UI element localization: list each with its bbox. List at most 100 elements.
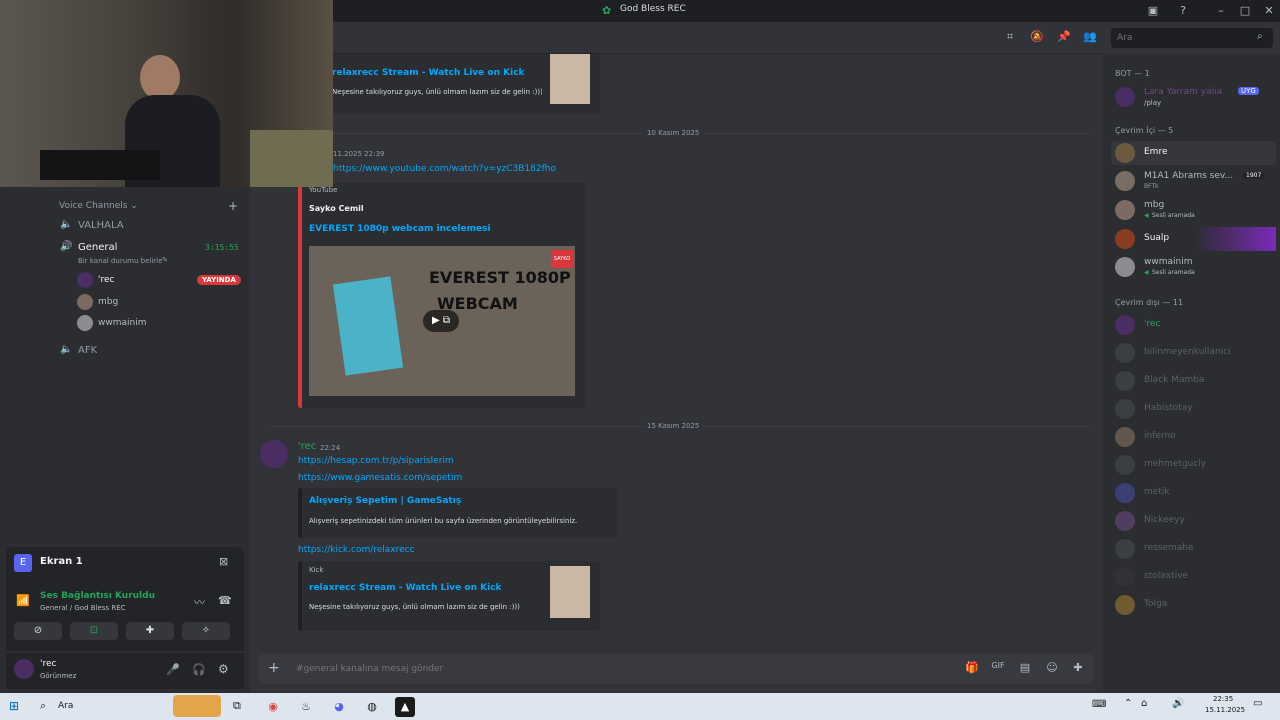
voice-user-wwmainim[interactable]: wwmainim [77, 315, 242, 333]
voice-user-mbg[interactable]: mbg [77, 294, 242, 312]
taskbar-search-icon[interactable]: ⌕ [40, 699, 46, 713]
member-offline[interactable]: Black Mamba [1111, 369, 1276, 393]
member-offline[interactable]: Nickeeyy [1111, 509, 1276, 533]
threads-icon[interactable]: ⌗ [1002, 30, 1018, 44]
gift-icon[interactable]: 🎁 [964, 661, 980, 674]
embed-provider[interactable]: YouTube [309, 186, 337, 194]
avatar [1115, 87, 1135, 107]
avatar [1115, 315, 1135, 335]
clock-date[interactable]: 15.11.2025 [1205, 706, 1245, 714]
activities-button[interactable]: ✚ [126, 622, 174, 640]
member-wwmainim[interactable]: wwmainim ◀ Sesli aramada [1111, 255, 1276, 279]
kick-embed: Kick relaxrecc Stream - Watch Live on Ki… [298, 561, 600, 631]
tray-chevron-icon[interactable]: ⌃ [1124, 698, 1132, 709]
volume-icon[interactable]: 🔊 [1172, 698, 1184, 709]
avatar [77, 294, 93, 310]
message-input[interactable] [296, 660, 916, 678]
embed-author[interactable]: Sayko Cemil [309, 204, 364, 213]
member-sualp[interactable]: Sualp [1111, 227, 1276, 251]
avatar [1115, 427, 1135, 447]
member-offline[interactable]: inferno [1111, 425, 1276, 449]
taskbar-search-label[interactable]: Ara [58, 701, 73, 711]
screen-share-panel: E Ekran 1 ⊠ [6, 547, 244, 581]
add-attachment-icon[interactable]: + [268, 660, 280, 676]
pencil-icon[interactable]: ✎ [162, 256, 168, 264]
member-category-offline: Çevrim dışı — 11 [1115, 298, 1184, 307]
chrome-icon[interactable]: ◉ [263, 697, 283, 717]
message-author[interactable]: 'rec [298, 441, 316, 452]
channel-general[interactable]: 🔊 General 3:15:55 Bir kanal durumu belir… [58, 241, 242, 267]
notification-icon[interactable]: ▭ [1253, 698, 1262, 709]
member-offline[interactable]: Tolga [1111, 593, 1276, 617]
headphones-icon[interactable]: 🎧 [192, 663, 206, 676]
maximize-button[interactable]: □ [1237, 3, 1253, 19]
emoji-icon[interactable]: ☺ [1044, 661, 1060, 674]
webcam-bed [250, 130, 333, 187]
stop-share-icon[interactable]: ⊠ [219, 555, 228, 568]
voice-user-rec[interactable]: 'rec YAYINDA [77, 272, 242, 290]
app-icon[interactable]: ▲ [395, 697, 415, 717]
screen-share-icon[interactable]: ▣ [1145, 3, 1161, 19]
minimize-button[interactable]: – [1213, 3, 1229, 19]
category-voice-channels[interactable]: Voice Channels ⌄ [59, 201, 138, 211]
member-offline[interactable]: metik [1111, 481, 1276, 505]
video-thumbnail[interactable]: SAYKO EVEREST 1080P WEBCAM ▶ ⧉ [309, 246, 575, 396]
steam-icon[interactable]: ♨ [296, 697, 316, 717]
embed-provider[interactable]: Kick [309, 566, 323, 574]
help-icon[interactable]: ? [1175, 3, 1191, 19]
embed-title[interactable]: relaxrecc Stream - Watch Live on Kick [309, 583, 502, 593]
channel-status[interactable]: Bir kanal durumu belirle [78, 257, 162, 265]
signal-icon[interactable]: 📶 [16, 594, 30, 607]
message-link[interactable]: https://www.youtube.com/watch?v=yzC3B182… [333, 164, 556, 174]
member-offline[interactable]: ressemahe [1111, 537, 1276, 561]
member-emre[interactable]: Emre [1111, 141, 1276, 165]
microphone-icon[interactable]: 🎤 [166, 663, 180, 676]
noise-suppression-icon[interactable]: 〰 [194, 594, 205, 610]
camera-off-button[interactable]: ⊘ [14, 622, 62, 640]
apps-icon[interactable]: ✚ [1070, 661, 1086, 674]
message-link[interactable]: https://hesap.com.tr/p/siparislerim [298, 456, 454, 466]
disconnect-icon[interactable]: ☎ [218, 594, 232, 607]
discord-icon[interactable]: ◕ [329, 697, 349, 717]
keyboard-icon[interactable]: ⌨ [1092, 699, 1106, 710]
task-view-icon[interactable]: ⧉ [233, 699, 241, 713]
screen-share-icon: E [14, 554, 32, 572]
add-channel-icon[interactable]: + [228, 199, 238, 213]
message-link[interactable]: https://kick.com/relaxrecc [298, 545, 415, 555]
message-avatar[interactable] [260, 440, 288, 468]
voice-status-title[interactable]: Ses Bağlantısı Kuruldu [40, 591, 155, 601]
sticker-icon[interactable]: ▤ [1017, 661, 1033, 674]
user-avatar[interactable] [14, 659, 34, 679]
embed-title[interactable]: relaxrecc Stream - Watch Live on Kick [332, 68, 525, 78]
soundboard-button[interactable]: ✧ [182, 622, 230, 640]
member-bot[interactable]: Lara Yarram yalıa UYG /play [1111, 85, 1276, 109]
network-icon[interactable]: ⌂ [1141, 698, 1147, 709]
clock-time[interactable]: 22:35 [1213, 695, 1233, 703]
search-box[interactable]: ⌕ [1111, 28, 1273, 48]
member-offline[interactable]: mehmetgucly [1111, 453, 1276, 477]
channel-valhala[interactable]: 🔈 VALHALA [58, 219, 238, 235]
embed-title[interactable]: Alışveriş Sepetim | GameSatış [309, 496, 461, 506]
embed-title[interactable]: EVEREST 1080p webcam incelemesi [309, 224, 491, 234]
member-offline-rec[interactable]: 'rec [1111, 313, 1276, 337]
gif-icon[interactable]: GIF [990, 661, 1006, 670]
member-mbg[interactable]: mbg ◀ Sesli aramada [1111, 198, 1276, 222]
windows-start-icon[interactable]: ⊞ [9, 699, 19, 713]
pin-icon[interactable]: 📌 [1056, 30, 1072, 43]
notifications-icon[interactable]: 🔕 [1029, 30, 1045, 43]
call-timer: 3:15:55 [205, 243, 239, 252]
message-link[interactable]: https://www.gamesatis.com/sepetim [298, 473, 462, 483]
close-button[interactable]: ✕ [1261, 3, 1277, 19]
member-offline[interactable]: stolaxtive [1111, 565, 1276, 589]
chat-header: ⌗ 🔕 📌 👥 [250, 22, 1103, 54]
share-screen-button[interactable]: ⊡ [70, 622, 118, 640]
obs-icon[interactable]: ◍ [362, 697, 382, 717]
settings-icon[interactable]: ⚙ [218, 662, 229, 676]
member-offline[interactable]: Habistotay [1111, 397, 1276, 421]
member-list-icon[interactable]: 👥 [1082, 30, 1098, 43]
member-offline[interactable]: bilinmeyenkullanıcı [1111, 341, 1276, 365]
play-icon[interactable]: ▶ ⧉ [423, 310, 459, 332]
channel-afk[interactable]: 🔈 AFK [58, 344, 238, 360]
member-m1a1[interactable]: M1A1 Abrams sev... 1907 BFTk [1111, 169, 1276, 193]
search-input[interactable] [1117, 31, 1247, 45]
